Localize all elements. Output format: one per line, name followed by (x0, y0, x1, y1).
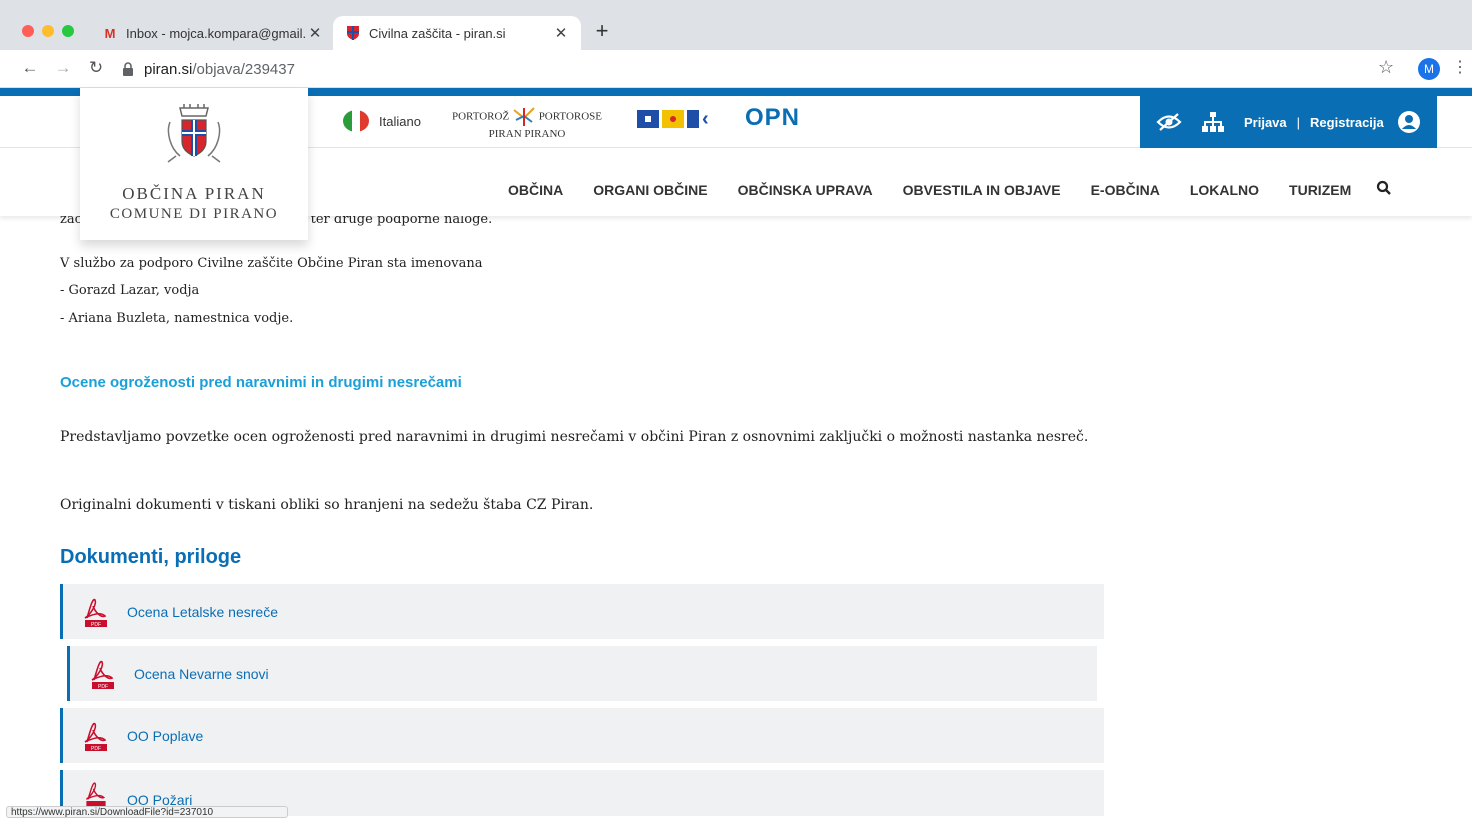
originals-paragraph: Originalni dokumenti v tiskani obliki so… (60, 497, 594, 513)
tab-civilna-zascita[interactable]: Civilna zaščita - piran.si ✕ (333, 16, 581, 50)
browser-toolbar: ← → ↻ piran.si/objava/239437 ☆ M ⋮ (0, 50, 1472, 88)
piran-coat-of-arms-icon (167, 104, 221, 163)
portoroz-logo-link[interactable]: PORTOROŽ PORTOROSE PIRAN PIRANO (447, 106, 607, 140)
opn-link[interactable]: OPN (745, 104, 800, 132)
document-item[interactable]: PDF Ocena Letalske nesreče (60, 584, 1104, 639)
team-member-leader: - Gorazd Lazar, vodja (60, 283, 200, 298)
ok-logo-link[interactable]: ‹ (637, 108, 709, 130)
status-url-bar: https://www.piran.si/DownloadFile?id=237… (6, 806, 288, 818)
documents-heading: Dokumenti, priloge (60, 546, 242, 568)
flag-square-icon (662, 110, 684, 128)
section-heading: Ocene ogroženosti pred naravnimi in drug… (60, 374, 462, 391)
svg-text:PDF: PDF (91, 746, 101, 752)
menu-item-e-obcina[interactable]: E-OBČINA (1091, 182, 1160, 198)
language-label: Italiano (379, 113, 421, 129)
service-intro-text: V službo za podporo Civilne zaščite Obči… (60, 256, 483, 271)
flag-bar-icon (687, 110, 699, 128)
document-link[interactable]: OO Poplave (127, 728, 203, 744)
municipality-logo-link[interactable]: OBČINA PIRAN COMUNE DI PIRANO (80, 88, 308, 240)
menu-item-obcina[interactable]: OBČINA (508, 182, 563, 198)
svg-text:PDF: PDF (91, 622, 101, 628)
k-letter-icon: ‹ (702, 108, 709, 130)
menu-item-obcinska-uprava[interactable]: OBČINSKA UPRAVA (738, 182, 873, 198)
search-icon[interactable] (1376, 180, 1392, 196)
bookmark-star-icon[interactable]: ☆ (1378, 57, 1394, 78)
user-account-icon[interactable] (1397, 111, 1420, 133)
language-switch[interactable]: Italiano (343, 110, 421, 132)
tab-gmail[interactable]: M Inbox - mojca.kompara@gmail. ✕ (90, 16, 335, 50)
back-icon[interactable]: ← (20, 58, 40, 78)
piran-pirano-text: PIRAN PIRANO (488, 128, 566, 140)
pdf-icon: PDF (91, 660, 114, 690)
menu-item-lokalno[interactable]: LOKALNO (1190, 182, 1259, 198)
login-link[interactable]: Prijava (1244, 115, 1287, 130)
portoroz-logo-icon (513, 107, 535, 126)
gmail-icon: M (104, 25, 116, 41)
menu-item-obvestila-in-objave[interactable]: OBVESTILA IN OBJAVE (903, 182, 1061, 198)
italian-flag-icon (343, 110, 369, 132)
url-path: /objava/239437 (192, 60, 295, 78)
tab-title: Inbox - mojca.kompara@gmail. (126, 25, 307, 41)
profile-avatar[interactable]: M (1418, 58, 1440, 80)
portorose-text: PORTOROSE (538, 110, 603, 123)
pdf-icon: PDF (84, 598, 107, 628)
maximize-window-icon[interactable] (62, 25, 74, 37)
browser-menu-icon[interactable]: ⋮ (1452, 57, 1468, 77)
pdf-icon: PDF (84, 722, 107, 752)
tab-title: Civilna zaščita - piran.si (369, 25, 506, 41)
svg-text:PDF: PDF (98, 684, 108, 690)
lock-icon (123, 62, 133, 76)
document-link[interactable]: Ocena Letalske nesreče (127, 604, 278, 620)
address-bar[interactable]: piran.si/objava/239437 (122, 56, 1362, 82)
accessibility-eye-icon[interactable] (1156, 113, 1182, 131)
logo-line-italian: COMUNE DI PIRANO (109, 206, 279, 222)
logo-line-slovene: OBČINA PIRAN (122, 184, 266, 203)
forward-icon[interactable]: → (53, 58, 73, 78)
close-tab-icon[interactable]: ✕ (307, 24, 323, 42)
piran-crest-icon (345, 25, 361, 41)
close-window-icon[interactable] (22, 25, 34, 37)
minimize-window-icon[interactable] (42, 25, 54, 37)
main-menu: OBČINA ORGANI OBČINE OBČINSKA UPRAVA OBV… (508, 182, 1381, 198)
reload-icon[interactable]: ↻ (86, 58, 106, 78)
document-item[interactable]: PDF OO Poplave (60, 708, 1104, 763)
summary-paragraph: Predstavljamo povzetke ocen ogroženosti … (60, 429, 1089, 445)
user-panel: Prijava | Registracija (1140, 96, 1437, 148)
register-link[interactable]: Registracija (1310, 115, 1384, 130)
pdf-icon (85, 782, 106, 808)
document-link[interactable]: Ocena Nevarne snovi (134, 666, 269, 682)
document-item[interactable]: PDF Ocena Nevarne snovi (67, 646, 1097, 701)
portoroz-text: PORTOROŽ (451, 110, 510, 123)
sitemap-icon[interactable] (1202, 112, 1224, 132)
close-tab-icon[interactable]: ✕ (553, 24, 569, 42)
separator: | (1296, 114, 1301, 130)
menu-item-organi-obcine[interactable]: ORGANI OBČINE (593, 182, 707, 198)
url-host: piran.si (144, 60, 193, 78)
browser-tab-bar: M Inbox - mojca.kompara@gmail. ✕ Civilna… (0, 0, 1472, 50)
team-member-deputy: - Ariana Buzleta, namestnica vodje. (60, 311, 294, 326)
flag-square-icon (637, 110, 659, 128)
menu-item-turizem[interactable]: TURIZEM (1289, 182, 1351, 198)
new-tab-icon[interactable]: + (590, 18, 614, 44)
